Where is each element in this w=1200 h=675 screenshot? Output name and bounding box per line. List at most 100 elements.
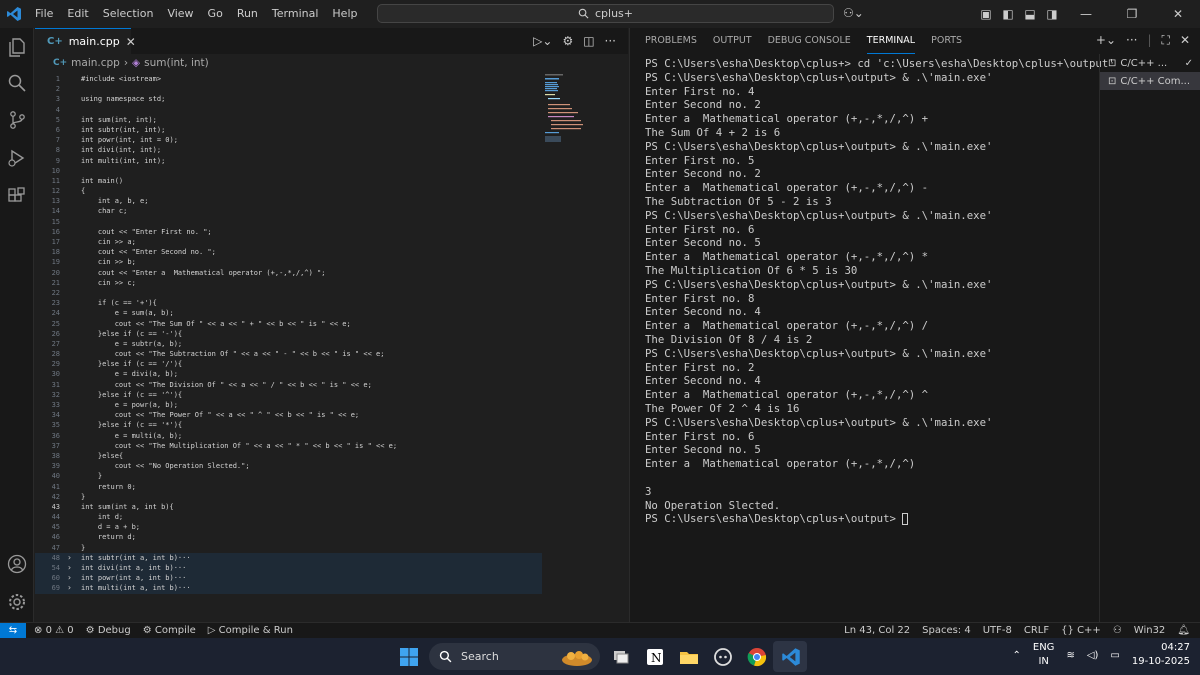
settings-gear-icon[interactable] [7, 592, 27, 612]
code-line[interactable]: 7 int powr(int, int = 0); [35, 135, 542, 145]
code-line[interactable]: 60 › int powr(int a, int b)··· [35, 573, 542, 584]
code-line[interactable]: 48 › int subtr(int a, int b)··· [35, 552, 542, 563]
account-icon[interactable] [7, 554, 27, 574]
code-line[interactable]: 38 }else{ [35, 451, 542, 461]
code-line[interactable]: 54 › int divi(int a, int b)··· [35, 563, 542, 574]
menu-item-terminal[interactable]: Terminal [265, 0, 326, 28]
code-area[interactable]: 1 #include <iostream> 2 3 using namespace st… [35, 74, 542, 594]
code-line[interactable]: 36 e = multi(a, b); [35, 431, 542, 441]
terminal-output[interactable]: PS C:\Users\esha\Desktop\cplus+> cd 'c:\… [645, 57, 1115, 526]
code-line[interactable]: 45 d = a + b; [35, 522, 542, 532]
run-file-icon[interactable]: ▷⌄ [533, 34, 552, 48]
maximize-panel-icon[interactable]: ⛶ [1162, 33, 1170, 48]
code-line[interactable]: 8 int divi(int, int); [35, 145, 542, 155]
command-center-search[interactable]: cplus+ [377, 4, 834, 23]
breadcrumb-file[interactable]: main.cpp [71, 57, 120, 69]
code-line[interactable]: 14 char c; [35, 206, 542, 216]
menu-item-selection[interactable]: Selection [96, 0, 161, 28]
code-line[interactable]: 24 e = sum(a, b); [35, 308, 542, 318]
search-sidebar-icon[interactable] [7, 73, 27, 93]
new-terminal-icon[interactable]: +⌄ [1096, 33, 1116, 48]
chrome-icon[interactable] [747, 647, 767, 667]
tab-debug-console[interactable]: DEBUG CONSOLE [768, 28, 851, 54]
volume-icon[interactable]: ◁) [1087, 650, 1099, 661]
code-line[interactable]: 23 if (c == '+'){ [35, 298, 542, 308]
code-line[interactable]: 46 return d; [35, 532, 542, 542]
tab-problems[interactable]: PROBLEMS [645, 28, 697, 54]
terminal-list-item[interactable]: ⊡ C/C++ Com... [1100, 72, 1200, 90]
wifi-icon[interactable]: ≋ [1066, 650, 1074, 661]
clock[interactable]: 04:27 19-10-2025 [1132, 641, 1190, 669]
code-line[interactable]: 1 #include <iostream> [35, 74, 542, 84]
code-line[interactable]: 69 › int multi(int a, int b)··· [35, 583, 542, 594]
menu-item-edit[interactable]: Edit [60, 0, 95, 28]
fold-chevron-icon[interactable]: › [67, 573, 72, 583]
toggle-secondary-sidebar-icon[interactable]: ◨ [1042, 7, 1062, 21]
taskbar-search[interactable]: Search [429, 643, 600, 670]
code-line[interactable]: 44 int d; [35, 512, 542, 522]
task-view-icon[interactable] [611, 647, 631, 667]
tab-main-cpp[interactable]: C+ main.cpp ✕ [35, 28, 136, 54]
extensions-icon[interactable] [7, 186, 27, 206]
chevron-up-icon[interactable]: ⌃ [1012, 650, 1020, 661]
code-line[interactable]: 41 return 0; [35, 482, 542, 492]
more-actions-icon[interactable]: ··· [605, 34, 616, 48]
code-line[interactable]: 9 int multi(int, int); [35, 156, 542, 166]
code-line[interactable]: 39 cout << "No Operation Slected."; [35, 461, 542, 471]
language-indicator[interactable]: ENG IN [1033, 641, 1055, 669]
code-line[interactable]: 6 int subtr(int, int); [35, 125, 542, 135]
compile-button[interactable]: ⚙ Compile [143, 625, 196, 636]
code-line[interactable]: 31 cout << "The Division Of " << a << " … [35, 380, 542, 390]
copilot-status-icon[interactable]: ⚇ [1113, 623, 1122, 639]
notion-icon[interactable]: N [645, 647, 665, 667]
menu-item-go[interactable]: Go [201, 0, 230, 28]
split-editor-icon[interactable]: ◫ [583, 34, 594, 48]
code-line[interactable]: 16 cout << "Enter First no. "; [35, 227, 542, 237]
code-line[interactable]: 37 cout << "The Multiplication Of " << a… [35, 441, 542, 451]
code-line[interactable]: 42} [35, 492, 542, 502]
notifications-icon[interactable]: 🔔︎ [1177, 623, 1190, 639]
code-line[interactable]: 19 cin >> b; [35, 257, 542, 267]
code-line[interactable]: 17 cin >> a; [35, 237, 542, 247]
code-line[interactable]: 35 }else if (c == '*'){ [35, 420, 542, 430]
code-line[interactable]: 15 [35, 217, 542, 227]
layout-customize-icon[interactable]: ▣ [976, 7, 996, 21]
code-line[interactable]: 40 } [35, 471, 542, 481]
breadcrumb-symbol[interactable]: sum(int, int) [144, 57, 209, 69]
code-line[interactable]: 33 e = powr(a, b); [35, 400, 542, 410]
code-line[interactable]: 34 cout << "The Power Of " << a << " ^ "… [35, 410, 542, 420]
menu-item-view[interactable]: View [160, 0, 200, 28]
code-line[interactable]: 26 }else if (c == '-'){ [35, 329, 542, 339]
problems-indicator[interactable]: ⊗ 0 ⚠ 0 [34, 625, 74, 636]
code-line[interactable]: 25 cout << "The Sum Of " << a << " + " <… [35, 319, 542, 329]
close-window-button[interactable]: ✕ [1156, 7, 1200, 21]
cursor-position[interactable]: Ln 43, Col 22 [844, 623, 910, 639]
language-mode[interactable]: {} C++ [1061, 623, 1101, 639]
compile-run-button[interactable]: ▷ Compile & Run [208, 625, 293, 636]
more-actions-icon[interactable]: ··· [1126, 33, 1137, 48]
fold-chevron-icon[interactable]: › [67, 583, 72, 593]
code-line[interactable]: 20 cout << "Enter a Mathematical operato… [35, 268, 542, 278]
remote-icon[interactable]: ⇆ [0, 622, 26, 639]
indentation[interactable]: Spaces: 4 [922, 623, 971, 639]
code-line[interactable]: 30 e = divi(a, b); [35, 369, 542, 379]
code-line[interactable]: 4 [35, 105, 542, 115]
tab-output[interactable]: OUTPUT [713, 28, 752, 54]
restore-button[interactable]: ❐ [1110, 7, 1154, 21]
menu-item-help[interactable]: Help [325, 0, 364, 28]
code-line[interactable]: 22 [35, 288, 542, 298]
file-explorer-icon[interactable] [679, 647, 699, 667]
menu-item-file[interactable]: File [28, 0, 60, 28]
code-line[interactable]: 47} [35, 543, 542, 553]
code-line[interactable]: 3 using namespace std; [35, 94, 542, 104]
copilot-app-icon[interactable] [713, 647, 733, 667]
code-line[interactable]: 27 e = subtr(a, b); [35, 339, 542, 349]
menu-item-run[interactable]: Run [230, 0, 265, 28]
code-line[interactable]: 18 cout << "Enter Second no. "; [35, 247, 542, 257]
explorer-icon[interactable] [7, 37, 27, 57]
terminal-list-item[interactable]: ⊡ C/C++ ... ✓ [1100, 54, 1200, 72]
platform[interactable]: Win32 [1134, 623, 1166, 639]
battery-icon[interactable]: ▭ [1110, 650, 1119, 661]
code-line[interactable]: 2 [35, 84, 542, 94]
encoding[interactable]: UTF-8 [983, 623, 1012, 639]
